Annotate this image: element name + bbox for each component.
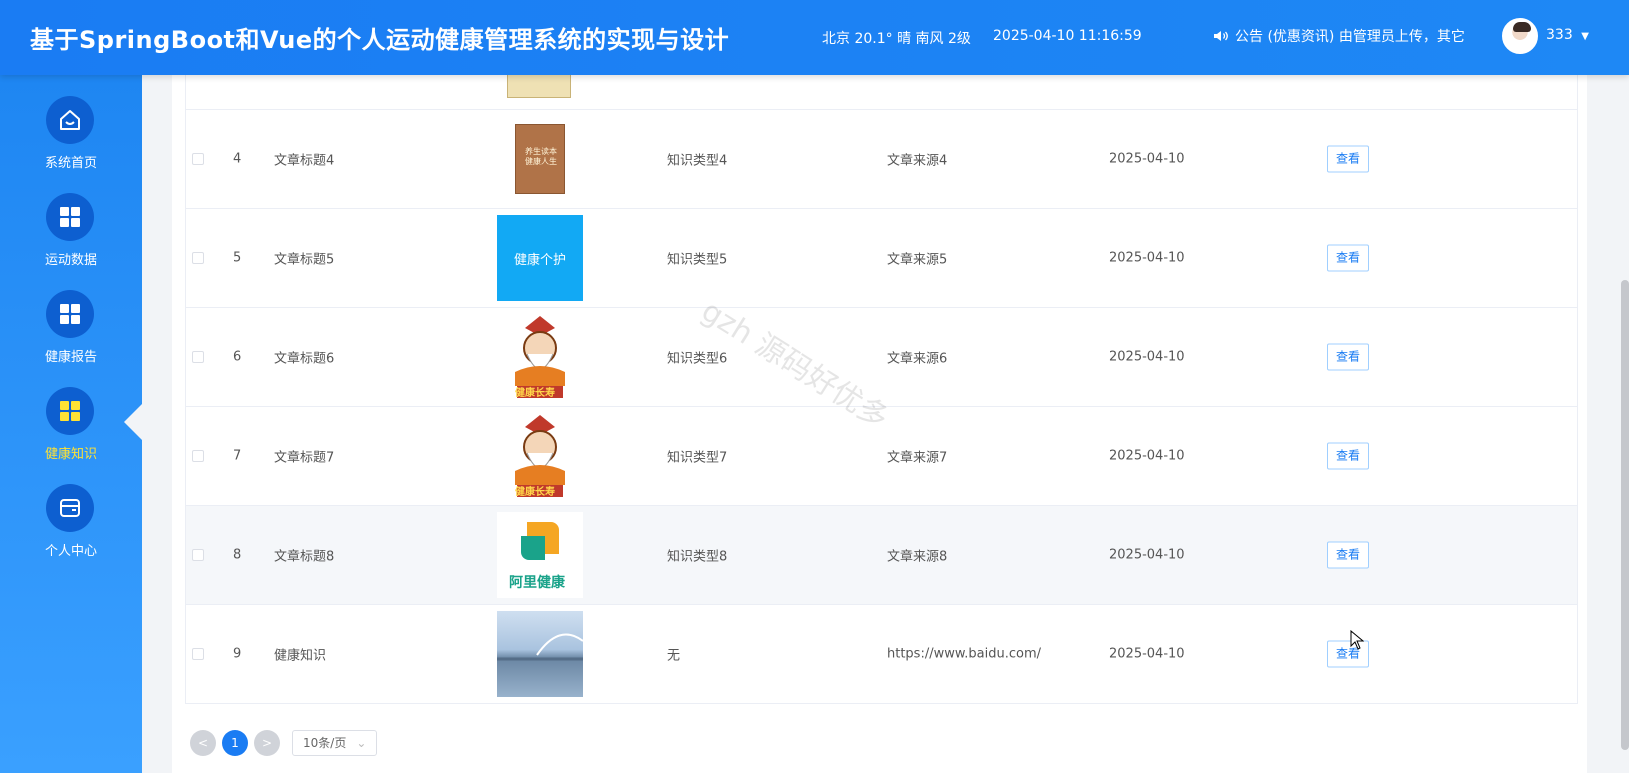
app-title: 基于SpringBoot和Vue的个人运动健康管理系统的实现与设计 (30, 26, 730, 54)
knowledge-type: 知识类型5 (667, 252, 728, 268)
thumbnail-text: 健康长寿 (515, 487, 555, 498)
ali-health-logo-icon (521, 522, 559, 560)
sidebar-item-label: 健康知识 (44, 447, 97, 462)
page-scrollbar[interactable] (1621, 280, 1629, 750)
row-checkbox[interactable] (192, 153, 204, 165)
pagination: < 1 > 10条/页 ⌄ (190, 730, 378, 756)
table-row: 9 健康知识 无 https://www.baidu.com/ 2025-04-… (186, 604, 1577, 703)
article-thumbnail (497, 611, 583, 697)
sidebar-item-home[interactable]: 系统首页 (0, 96, 142, 186)
row-checkbox[interactable] (192, 351, 204, 363)
landscape-photo (497, 633, 583, 661)
chevron-down-icon: ⌄ (356, 736, 367, 750)
row-index: 5 (233, 250, 242, 266)
article-title: 文章标题7 (274, 450, 335, 466)
grid-icon (46, 290, 94, 338)
article-source: 文章来源4 (887, 153, 948, 169)
avatar[interactable] (1502, 18, 1538, 54)
article-thumbnail: 健康长寿 (497, 413, 583, 499)
table-row: 4 文章标题4 养生读本 健康人生 知识类型4 文章来源4 2025-04-10… (186, 109, 1577, 208)
prev-page-button[interactable]: < (190, 730, 216, 756)
home-icon (46, 96, 94, 144)
article-title: 健康知识 (274, 648, 327, 664)
thumbnail-text: 健康长寿 (515, 388, 555, 399)
top-header: 基于SpringBoot和Vue的个人运动健康管理系统的实现与设计 北京 20.… (0, 0, 1629, 75)
row-checkbox[interactable] (192, 450, 204, 462)
knowledge-type: 知识类型7 (667, 450, 728, 466)
view-button[interactable]: 查看 (1327, 541, 1370, 569)
active-indicator (124, 404, 142, 440)
thumbnail-text: 养生读本 健康人生 (525, 147, 557, 166)
next-page-button[interactable]: > (254, 730, 280, 756)
sidebar-item-personal-center[interactable]: 个人中心 (0, 484, 142, 574)
publish-date: 2025-04-10 (1109, 448, 1185, 464)
sidebar-item-health-knowledge[interactable]: 健康知识 (0, 387, 142, 477)
grid-icon (46, 193, 94, 241)
article-source: 文章来源7 (887, 450, 948, 466)
view-button[interactable]: 查看 (1327, 244, 1370, 272)
thumbnail-text: 阿里健康 (509, 575, 565, 591)
knowledge-type: 知识类型4 (667, 153, 728, 169)
row-checkbox[interactable] (192, 549, 204, 561)
row-index: 9 (233, 646, 242, 662)
row-index: 6 (233, 349, 242, 365)
publish-date: 2025-04-10 (1109, 349, 1185, 365)
page-size-select[interactable]: 10条/页 ⌄ (292, 730, 378, 756)
user-menu[interactable]: 333 ▼ (1546, 27, 1589, 43)
datetime: 2025-04-10 11:16:59 (993, 28, 1142, 44)
row-index: 8 (233, 547, 242, 563)
weather-info: 北京 20.1° 晴 南风 2级 (822, 31, 971, 47)
sidebar-item-exercise-data[interactable]: 运动数据 (0, 193, 142, 283)
knowledge-type: 无 (667, 648, 681, 664)
article-title: 文章标题6 (274, 351, 335, 367)
sidebar: 系统首页 运动数据 健康报告 健康知识 个人中心 (0, 75, 142, 773)
publish-date: 2025-04-10 (1109, 250, 1185, 266)
view-button[interactable]: 查看 (1327, 343, 1370, 371)
article-thumbnail: 健康个护 (497, 215, 583, 301)
main-content: 4 文章标题4 养生读本 健康人生 知识类型4 文章来源4 2025-04-10… (172, 38, 1587, 773)
article-source: https://www.baidu.com/ (887, 646, 1042, 662)
article-source: 文章来源5 (887, 252, 948, 268)
page-button-current[interactable]: 1 (222, 730, 248, 756)
speaker-icon (1214, 31, 1228, 41)
table-row: 7 文章标题7 健康长寿 知识类型7 文章来源7 2025-04-10 查看 (186, 406, 1577, 505)
thumbnail-text: 健康个护 (513, 252, 566, 268)
page-size-value: 10条/页 (303, 736, 347, 750)
view-button[interactable]: 查看 (1327, 442, 1370, 470)
user-name: 333 (1546, 27, 1573, 43)
article-title: 文章标题5 (274, 252, 335, 268)
article-thumbnail: 养生读本 健康人生 (497, 116, 583, 202)
knowledge-type: 知识类型8 (667, 549, 728, 565)
article-title: 文章标题8 (274, 549, 335, 565)
row-index: 4 (233, 151, 242, 167)
row-index: 7 (233, 448, 242, 464)
article-thumbnail: 健康长寿 (497, 314, 583, 400)
sidebar-item-health-report[interactable]: 健康报告 (0, 290, 142, 380)
sidebar-item-label: 系统首页 (44, 156, 97, 171)
table-row: 8 文章标题8 阿里健康 知识类型8 文章来源8 2025-04-10 查看 (186, 505, 1577, 604)
grid-icon (46, 387, 94, 435)
table-row: 5 文章标题5 健康个护 知识类型5 文章来源5 2025-04-10 查看 (186, 208, 1577, 307)
knowledge-table: 4 文章标题4 养生读本 健康人生 知识类型4 文章来源4 2025-04-10… (185, 38, 1578, 704)
article-title: 文章标题4 (274, 153, 335, 169)
article-thumbnail: 阿里健康 (497, 512, 583, 598)
row-checkbox[interactable] (192, 252, 204, 264)
article-source: 文章来源6 (887, 351, 948, 367)
table-row: 6 文章标题6 健康长寿 知识类型6 文章来源6 2025-04-10 查看 (186, 307, 1577, 406)
sidebar-item-label: 健康报告 (44, 350, 97, 365)
mouse-cursor-icon (1350, 630, 1364, 650)
publish-date: 2025-04-10 (1109, 151, 1185, 167)
wallet-icon (46, 484, 94, 532)
knowledge-type: 知识类型6 (667, 351, 728, 367)
sidebar-item-label: 运动数据 (44, 253, 97, 268)
publish-date: 2025-04-10 (1109, 547, 1185, 563)
sidebar-item-label: 个人中心 (44, 544, 97, 559)
publish-date: 2025-04-10 (1109, 646, 1185, 662)
view-button[interactable]: 查看 (1327, 145, 1370, 173)
notice-text: 公告 (优惠资讯) 由管理员上传，其它 (1235, 29, 1465, 45)
article-source: 文章来源8 (887, 549, 948, 565)
chevron-down-icon: ▼ (1581, 31, 1589, 42)
notice-marquee[interactable]: 公告 (优惠资讯) 由管理员上传，其它 (1213, 26, 1465, 46)
row-checkbox[interactable] (192, 648, 204, 660)
